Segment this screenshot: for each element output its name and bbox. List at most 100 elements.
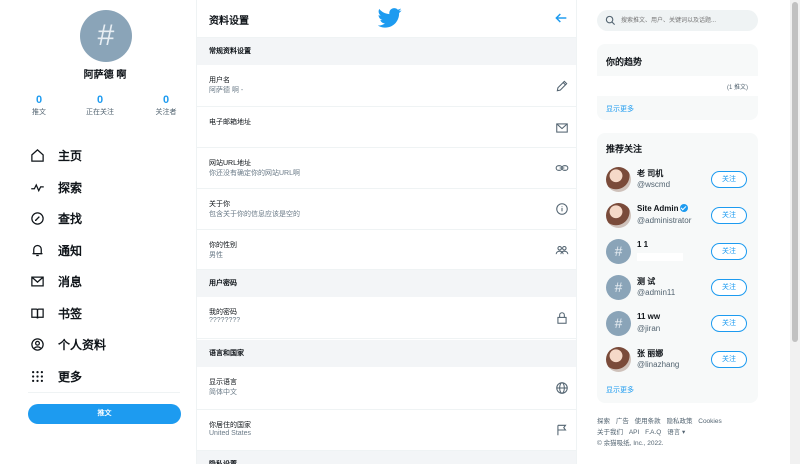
right-sidebar: 你的趋势 (1 推文) 显示更多 推荐关注 老 司机 @wscmd 关注 Sit… (578, 0, 800, 464)
nav-item-notifications[interactable]: 通知 (28, 235, 106, 267)
stat-following-label: 正在关注 (86, 109, 114, 116)
verified-badge-icon (680, 204, 689, 212)
nav-item-messages[interactable]: 消息 (28, 266, 106, 298)
avatar[interactable]: # (606, 275, 631, 300)
footer-link[interactable]: Cookies (698, 418, 721, 425)
follow-user-name: Site Admin (637, 204, 679, 213)
left-sidebar: # 阿萨德 啊 0 推文 0 正在关注 0 关注者 主页 探索 查找 通知 消息… (0, 0, 196, 464)
avatar[interactable]: # (606, 311, 631, 336)
nav-item-home[interactable]: 主页 (28, 140, 106, 172)
setting-row-about[interactable]: 关于你 包含关于你的信息应该是空的 (197, 189, 576, 230)
setting-row-url[interactable]: 网站URL地址 你还没有确定你的网站URL啊 (197, 148, 576, 189)
setting-row-email[interactable]: 电子邮箱地址 (197, 107, 576, 148)
search-icon (605, 15, 616, 26)
nav-item-profile[interactable]: 个人资料 (28, 329, 106, 361)
link-icon (555, 161, 569, 175)
nav-item-more[interactable]: 更多 (28, 361, 106, 393)
stat-tweets[interactable]: 0 推文 (9, 94, 69, 117)
nav-item-bookmarks[interactable]: 书签 (28, 298, 106, 330)
profile-avatar[interactable]: # (80, 10, 132, 62)
footer-link[interactable]: 使用条款 (635, 418, 661, 425)
gender-value: 男性 (209, 252, 223, 259)
tweet-button[interactable]: 推文 (28, 404, 181, 424)
mail-icon (28, 273, 46, 291)
nav-label-explore: 探索 (58, 180, 83, 195)
email-label: 电子邮箱地址 (209, 119, 251, 126)
follow-user-row[interactable]: 老 司机 @wscmd 关注 (597, 162, 758, 198)
section-password: 用户密码 (197, 270, 576, 297)
globe-icon (555, 381, 569, 395)
follow-button[interactable]: 关注 (711, 171, 747, 188)
nav-item-find[interactable]: 查找 (28, 203, 106, 235)
section-general: 常规资料设置 (197, 38, 576, 65)
language-label: 显示语言 (209, 379, 237, 386)
footer-link[interactable]: 广告 (616, 418, 629, 425)
trends-card: 你的趋势 (1 推文) 显示更多 (597, 44, 758, 120)
back-arrow-icon[interactable] (553, 10, 569, 26)
setting-row-language[interactable]: 显示语言 简体中文 (197, 367, 576, 410)
page-scrollbar[interactable] (790, 0, 800, 464)
setting-row-username[interactable]: 用户名 阿萨德 啊 - (197, 65, 576, 107)
password-value: ???????? (209, 317, 241, 324)
nav-label-bookmarks: 书签 (58, 306, 83, 321)
username-label: 用户名 (209, 77, 230, 84)
footer-line-1: 探索 广告 使用条款 隐私政策 Cookies (597, 416, 767, 427)
search-box[interactable] (597, 10, 758, 31)
trends-show-more[interactable]: 显示更多 (606, 104, 634, 114)
follow-show-more[interactable]: 显示更多 (606, 385, 634, 395)
follow-user-handle: @administrator (637, 216, 692, 225)
flag-icon (555, 423, 569, 437)
trends-title: 你的趋势 (606, 57, 643, 67)
follow-user-row[interactable]: Site Admin @administrator 关注 (597, 198, 758, 234)
avatar[interactable] (606, 167, 631, 192)
follow-user-handle-placeholder (637, 253, 683, 261)
copyright: © 余猫吸纸, Inc., 2022. (597, 440, 664, 447)
avatar[interactable] (606, 347, 631, 372)
lock-icon (555, 311, 569, 325)
avatar[interactable] (606, 203, 631, 228)
nav-item-explore[interactable]: 探索 (28, 172, 106, 204)
follow-button[interactable]: 关注 (711, 207, 747, 224)
follow-button[interactable]: 关注 (711, 279, 747, 296)
profile-name[interactable]: 阿萨德 啊 (0, 66, 210, 81)
stat-followers[interactable]: 0 关注者 (136, 94, 196, 117)
section-privacy: 隐私设置 (197, 451, 576, 464)
stat-following[interactable]: 0 正在关注 (70, 94, 130, 117)
footer-link[interactable]: API (629, 429, 639, 436)
follow-user-name: 1 1 (637, 240, 649, 249)
footer-link[interactable]: 探索 (597, 418, 610, 425)
search-input[interactable] (621, 12, 753, 29)
stat-followers-count: 0 (162, 94, 170, 106)
section-language: 语言和国家 (197, 340, 576, 367)
nav-label-home: 主页 (58, 149, 83, 164)
follow-button[interactable]: 关注 (711, 351, 747, 368)
app-window: # 阿萨德 啊 0 推文 0 正在关注 0 关注者 主页 探索 查找 通知 消息… (0, 0, 800, 464)
setting-row-gender[interactable]: 你的性别 男性 (197, 230, 576, 270)
setting-row-password[interactable]: 我的密码 ???????? (197, 297, 576, 339)
follow-user-row[interactable]: 张 丽娜 @linazhang 关注 (597, 342, 758, 378)
avatar[interactable]: # (606, 239, 631, 264)
home-icon (28, 147, 46, 165)
follow-user-row[interactable]: # 11 ww @jiran 关注 (597, 306, 758, 342)
bird-logo-icon[interactable] (377, 8, 402, 28)
follow-user-handle: @jiran (637, 324, 661, 333)
follow-user-row[interactable]: # 1 1 关注 (597, 234, 758, 270)
language-dropdown[interactable]: 语言 ▾ (667, 429, 685, 436)
follow-user-handle: @linazhang (637, 360, 680, 369)
footer-link[interactable]: 隐私政策 (666, 418, 692, 425)
follow-button[interactable]: 关注 (711, 315, 747, 332)
follow-user-name: 张 丽娜 (637, 349, 664, 358)
footer-link[interactable]: 关于我们 (597, 429, 623, 436)
gender-label: 你的性别 (209, 242, 237, 249)
follow-user-row[interactable]: # 测 试 @admin11 关注 (597, 270, 758, 306)
profile-icon (28, 336, 46, 354)
setting-row-country[interactable]: 你居住的国家 United States (197, 410, 576, 451)
scrollbar-thumb[interactable] (792, 2, 798, 342)
nav-label-profile: 个人资料 (58, 338, 107, 353)
url-label: 网站URL地址 (209, 160, 252, 167)
footer-link[interactable]: F.A.Q (645, 429, 661, 436)
password-label: 我的密码 (209, 309, 237, 316)
nav-label-messages: 消息 (58, 275, 83, 290)
follow-button[interactable]: 关注 (711, 243, 747, 260)
who-to-follow-card: 推荐关注 老 司机 @wscmd 关注 Site Admin @administ… (597, 133, 758, 403)
